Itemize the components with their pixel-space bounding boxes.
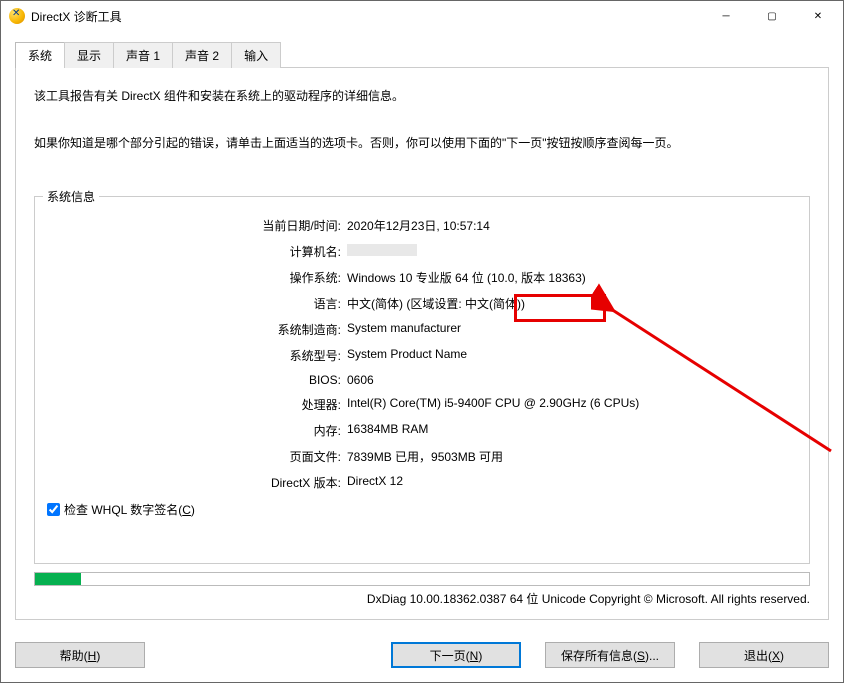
- save-all-button[interactable]: 保存所有信息(S)...: [545, 642, 675, 668]
- intro-line1: 该工具报告有关 DirectX 组件和安装在系统上的驱动程序的详细信息。: [34, 82, 810, 111]
- window-title: DirectX 诊断工具: [31, 8, 122, 25]
- tab-sound2[interactable]: 声音 2: [172, 42, 232, 68]
- tab-strip: 系统 显示 声音 1 声音 2 输入: [15, 42, 829, 68]
- exit-button[interactable]: 退出(X): [699, 642, 829, 668]
- value-page: 7839MB 已用，9503MB 可用: [347, 448, 797, 465]
- label-lang: 语言: [47, 295, 347, 312]
- label-datetime: 当前日期/时间: [47, 217, 347, 234]
- intro-text: 该工具报告有关 DirectX 组件和安装在系统上的驱动程序的详细信息。 如果你…: [34, 82, 810, 176]
- button-row: 帮助(H) 下一页(N) 保存所有信息(S)... 退出(X): [1, 632, 843, 682]
- value-bios: 0606: [347, 373, 797, 387]
- tab-input[interactable]: 输入: [231, 42, 281, 68]
- minimize-button[interactable]: ─: [703, 1, 749, 31]
- system-info-fieldset: 系统信息 当前日期/时间 2020年12月23日, 10:57:14 计算机名 …: [34, 196, 810, 564]
- value-manufacturer: System manufacturer: [347, 321, 797, 338]
- fieldset-legend: 系统信息: [43, 188, 99, 205]
- tab-display[interactable]: 显示: [64, 42, 114, 68]
- help-button[interactable]: 帮助(H): [15, 642, 145, 668]
- value-model: System Product Name: [347, 347, 797, 364]
- system-info-table: 当前日期/时间 2020年12月23日, 10:57:14 计算机名 操作系统 …: [47, 217, 797, 491]
- tab-panel: 该工具报告有关 DirectX 组件和安装在系统上的驱动程序的详细信息。 如果你…: [15, 67, 829, 620]
- next-page-button[interactable]: 下一页(N): [391, 642, 521, 668]
- copyright-text: DxDiag 10.00.18362.0387 64 位 Unicode Cop…: [34, 590, 810, 607]
- value-mem: 16384MB RAM: [347, 422, 797, 439]
- dxdiag-window: DirectX 诊断工具 ─ ▢ ✕ 系统 显示 声音 1 声音 2 输入 该工…: [0, 0, 844, 683]
- label-model: 系统型号: [47, 347, 347, 364]
- whql-label[interactable]: 检查 WHQL 数字签名(C): [64, 501, 195, 518]
- label-bios: BIOS: [47, 373, 347, 387]
- tab-sound1[interactable]: 声音 1: [113, 42, 173, 68]
- close-button[interactable]: ✕: [795, 1, 841, 31]
- label-mem: 内存: [47, 422, 347, 439]
- value-lang: 中文(简体) (区域设置: 中文(简体)): [347, 295, 797, 312]
- label-page: 页面文件: [47, 448, 347, 465]
- whql-checkbox[interactable]: [47, 503, 60, 516]
- tab-system[interactable]: 系统: [15, 42, 65, 68]
- label-os: 操作系统: [47, 269, 347, 286]
- app-icon: [9, 8, 25, 24]
- value-os: Windows 10 专业版 64 位 (10.0, 版本 18363): [347, 269, 797, 286]
- value-cpu: Intel(R) Core(TM) i5-9400F CPU @ 2.90GHz…: [347, 396, 797, 413]
- value-datetime: 2020年12月23日, 10:57:14: [347, 217, 797, 234]
- value-dx: DirectX 12: [347, 474, 797, 491]
- title-bar: DirectX 诊断工具 ─ ▢ ✕: [1, 1, 843, 31]
- label-cpu: 处理器: [47, 396, 347, 413]
- progress-bar: [34, 572, 810, 586]
- whql-check-row: 检查 WHQL 数字签名(C): [47, 501, 797, 518]
- label-dx: DirectX 版本: [47, 474, 347, 491]
- label-computer: 计算机名: [47, 243, 347, 260]
- maximize-button[interactable]: ▢: [749, 1, 795, 31]
- intro-line2: 如果你知道是哪个部分引起的错误，请单击上面适当的选项卡。否则，你可以使用下面的"…: [34, 129, 810, 158]
- value-computer: [347, 243, 797, 260]
- label-manufacturer: 系统制造商: [47, 321, 347, 338]
